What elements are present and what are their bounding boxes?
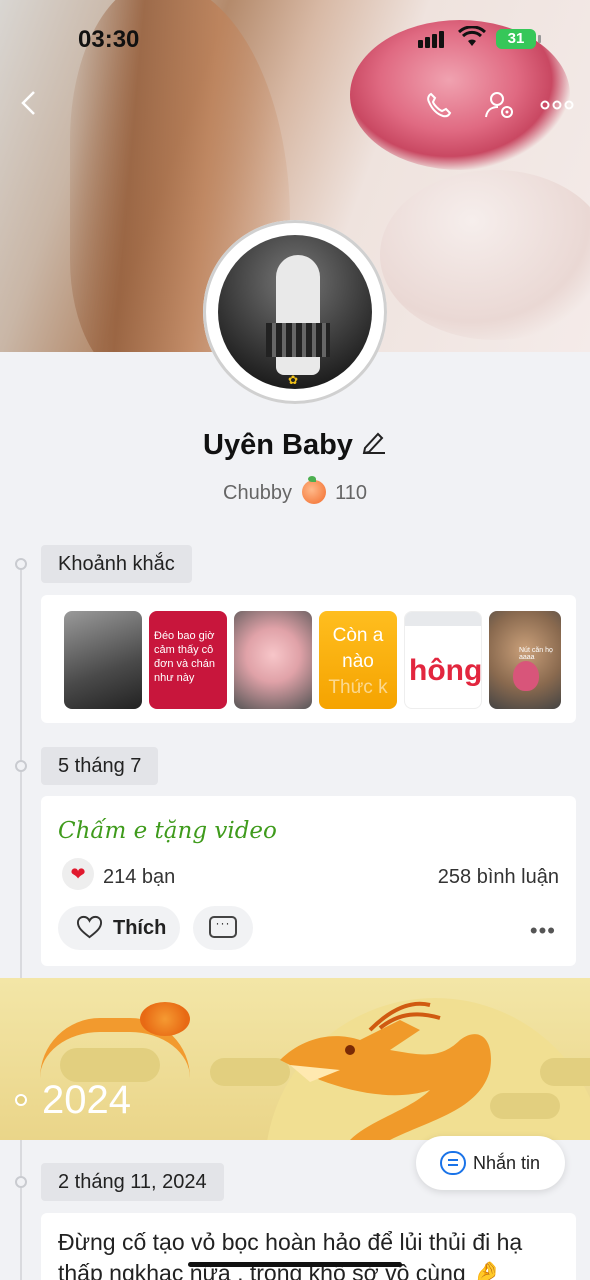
- timeline-dot: [15, 760, 27, 772]
- comment-button[interactable]: ···: [193, 906, 253, 950]
- moment-caption-faded: Thức k: [328, 677, 388, 698]
- profile-tag: Chubby: [223, 482, 292, 504]
- post-text: Đừng cố tạo vỏ bọc hoàn hảo để lủi thủi …: [58, 1229, 523, 1280]
- message-label: Nhắn tin: [473, 1153, 541, 1173]
- like-label: Thích: [113, 917, 167, 939]
- thumb-cat-mouth: [513, 661, 539, 691]
- back-button[interactable]: [18, 88, 38, 126]
- reaction-count[interactable]: 214 bạn: [103, 866, 175, 889]
- banner-cloud: [490, 1093, 560, 1119]
- year-label: 2024: [42, 1078, 131, 1122]
- signal-icon: [418, 30, 446, 48]
- timeline-line: [20, 565, 22, 985]
- user-settings-icon: [485, 92, 513, 118]
- profile-subtitle: Chubby 110: [0, 476, 590, 505]
- moment-caption: Nút căn họ aaaa: [519, 647, 553, 661]
- post-more-icon[interactable]: •••: [530, 918, 556, 944]
- heart-reaction-icon[interactable]: ❤: [62, 858, 94, 890]
- timeline-dot: [15, 558, 27, 570]
- avatar-image: ✿: [218, 235, 372, 389]
- moment-thumb[interactable]: [234, 611, 312, 709]
- post-date: 2 tháng 11, 2024: [41, 1163, 224, 1201]
- moment-caption: Đéo bao giờ cảm thấy cô đơn và chán như …: [154, 630, 216, 684]
- moments-card: Đéo bao giờ cảm thấy cô đơn và chán như …: [41, 595, 576, 723]
- pencil-icon: [362, 432, 385, 455]
- banner-cloud: [540, 1058, 590, 1086]
- thumb-bar: [405, 612, 481, 626]
- more-options-button[interactable]: [540, 90, 574, 127]
- like-button[interactable]: Thích: [58, 906, 180, 950]
- post-card[interactable]: Chấm e tặng video ❤ 214 bạn 258 bình luậ…: [41, 796, 576, 966]
- timeline-line-lower: [20, 1140, 22, 1280]
- moment-thumb[interactable]: Nút căn họ aaaa: [489, 611, 561, 709]
- avatar-skirt: [266, 323, 330, 357]
- phone-icon: [427, 92, 452, 118]
- home-indicator[interactable]: [188, 1262, 402, 1267]
- post-card[interactable]: Đừng cố tạo vỏ bọc hoàn hảo để lủi thủi …: [41, 1213, 576, 1280]
- timeline-dot: [15, 1176, 27, 1188]
- dragon-illustration: [280, 1001, 491, 1140]
- message-button[interactable]: Nhắn tin: [416, 1136, 565, 1190]
- peach-icon: [301, 476, 326, 504]
- avatar[interactable]: ✿: [203, 220, 387, 404]
- profile-name: Uyên Baby: [203, 429, 353, 461]
- dragon-fire: [140, 1002, 190, 1036]
- moments-label: Khoảnh khắc: [41, 545, 192, 583]
- status-bar: 03:30 31: [0, 24, 590, 58]
- post-title: Chấm e tặng video: [58, 818, 277, 844]
- moment-caption: Còn a nào: [332, 625, 384, 672]
- moment-thumb[interactable]: hông: [404, 611, 482, 709]
- wifi-icon: [457, 25, 487, 54]
- moment-thumb[interactable]: Còn a nào Thức k: [319, 611, 397, 709]
- profile-settings-button[interactable]: [484, 90, 516, 128]
- status-time: 03:30: [78, 26, 140, 53]
- chevron-left-icon: [21, 91, 35, 115]
- moment-thumb[interactable]: Đéo bao giờ cảm thấy cô đơn và chán như …: [149, 611, 227, 709]
- comment-icon: ···: [209, 916, 237, 938]
- more-horizontal-icon: [540, 100, 574, 110]
- post-date: 5 tháng 7: [41, 747, 159, 785]
- banner-cloud: [210, 1058, 290, 1086]
- avatar-figure: [276, 255, 320, 375]
- edit-name-button[interactable]: [361, 428, 387, 461]
- moment-caption: hông: [409, 654, 482, 687]
- timeline-dot-year: [15, 1094, 27, 1106]
- comment-count[interactable]: 258 bình luận: [438, 866, 559, 889]
- cover-chin-shape: [380, 170, 590, 340]
- flower-icon: ✿: [288, 373, 299, 387]
- battery-icon: 31: [496, 29, 541, 49]
- battery-level: 31: [507, 30, 525, 47]
- profile-count: 110: [335, 482, 367, 504]
- heart-outline-icon: [76, 915, 103, 939]
- chat-icon: [440, 1151, 466, 1175]
- call-button[interactable]: [424, 90, 454, 128]
- profile-name-row: Uyên Baby: [0, 428, 590, 462]
- moment-thumb[interactable]: [64, 611, 142, 709]
